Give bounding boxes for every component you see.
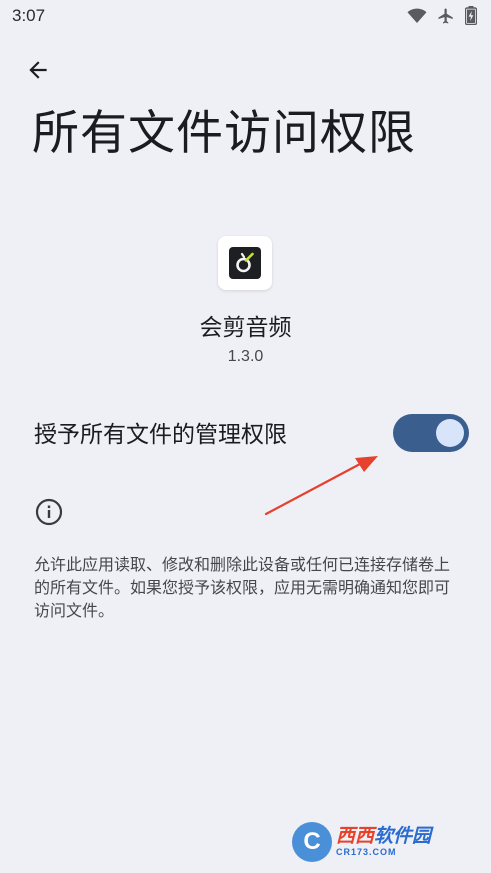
battery-charging-icon <box>465 6 477 25</box>
app-icon-inner <box>229 247 261 279</box>
status-time: 3:07 <box>12 6 46 25</box>
app-name: 会剪音频 <box>199 315 292 341</box>
toggle-knob <box>436 419 464 447</box>
wifi-icon <box>407 8 427 24</box>
status-icons <box>407 6 477 25</box>
watermark-brand-a: 西西 <box>336 825 375 847</box>
watermark-logo: C <box>292 822 332 862</box>
airplane-icon <box>437 7 455 25</box>
permission-label: 授予所有文件的管理权限 <box>34 422 287 448</box>
arrow-back-icon <box>25 57 51 87</box>
watermark: C 西西软件园 CR173.COM <box>292 820 472 864</box>
app-icon <box>218 236 272 290</box>
watermark-text: 西西软件园 CR173.COM <box>336 827 431 857</box>
app-version: 1.3.0 <box>227 348 264 365</box>
info-text: 允许此应用读取、修改和删除此设备或任何已连接存储卷上的所有文件。如果您授予该权限… <box>34 555 451 620</box>
status-bar: 3:07 <box>0 0 491 34</box>
page-title: 所有文件访问权限 <box>32 106 416 161</box>
watermark-brand: 西西软件园 <box>336 827 431 846</box>
permission-toggle[interactable] <box>393 414 469 452</box>
watermark-domain: CR173.COM <box>336 847 397 857</box>
watermark-brand-b: 软件园 <box>374 825 432 847</box>
back-button[interactable] <box>18 52 58 92</box>
info-icon <box>34 497 64 527</box>
